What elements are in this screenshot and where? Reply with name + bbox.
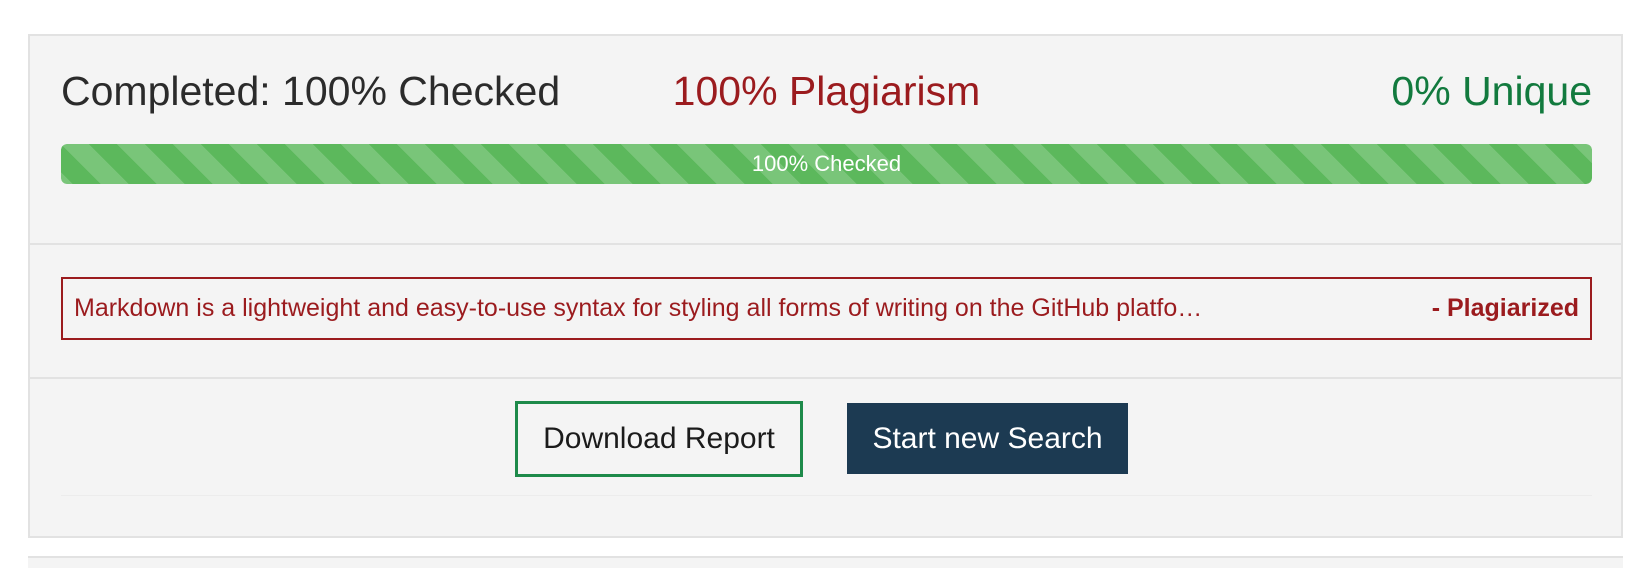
unique-percentage: 0% Unique xyxy=(1391,68,1592,114)
result-status-label: - Plagiarized xyxy=(1431,294,1579,322)
result-sentence: Markdown is a lightweight and easy-to-us… xyxy=(74,294,1203,322)
progress-label: 100% Checked xyxy=(751,151,902,176)
start-new-search-button[interactable]: Start new Search xyxy=(847,403,1128,474)
next-panel-edge xyxy=(28,556,1623,568)
progress-bar: 100% Checked xyxy=(61,144,1592,184)
completed-status: Completed: 100% Checked xyxy=(61,68,561,114)
section-divider xyxy=(30,243,1621,245)
download-report-button[interactable]: Download Report xyxy=(515,401,803,477)
footer-divider xyxy=(61,495,1592,496)
section-divider xyxy=(30,377,1621,379)
plagiarism-percentage: 100% Plagiarism xyxy=(672,68,981,114)
result-item: Markdown is a lightweight and easy-to-us… xyxy=(61,277,1592,340)
results-panel: Completed: 100% Checked 100% Plagiarism … xyxy=(28,34,1623,538)
summary-row: Completed: 100% Checked 100% Plagiarism … xyxy=(61,61,1592,121)
